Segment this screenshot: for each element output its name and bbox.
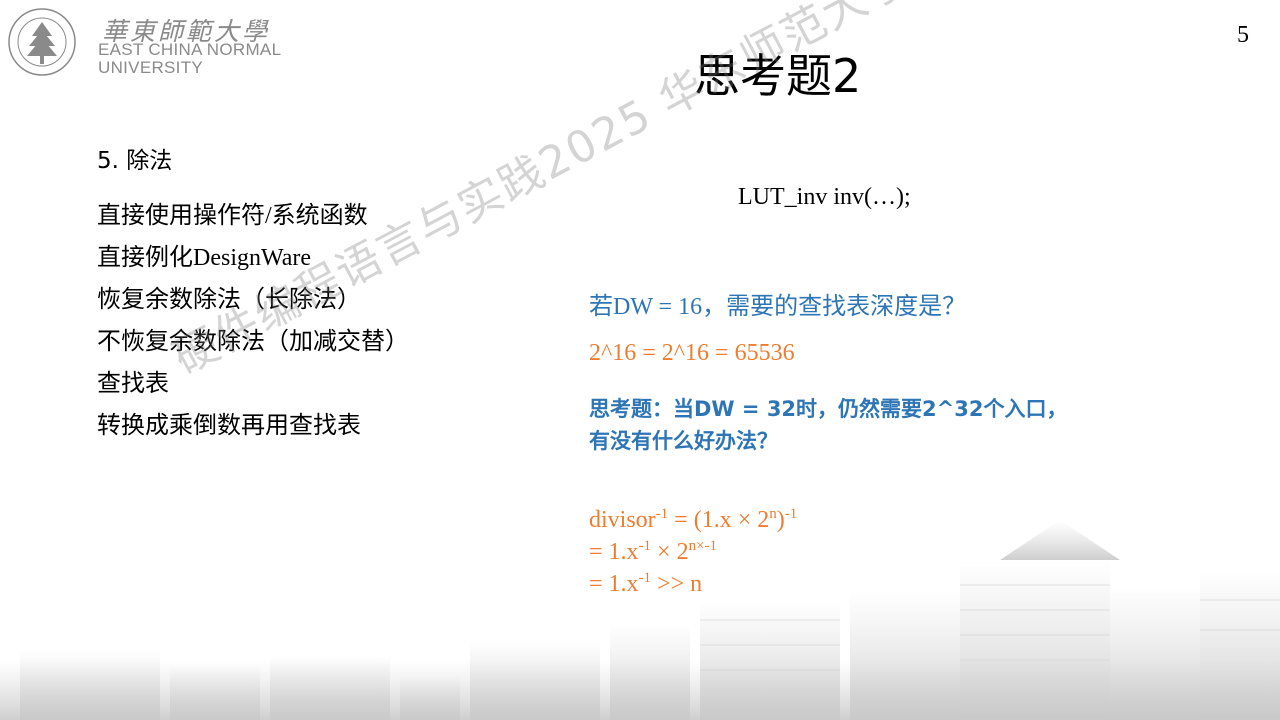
- formula-text: = 1.x: [589, 539, 639, 565]
- formula-superscript: -1: [638, 538, 652, 554]
- formula-text: ): [776, 507, 785, 533]
- formula-text: >> n: [651, 571, 703, 597]
- formula-superscript: -1: [655, 506, 669, 522]
- formula-text: × 2: [651, 539, 689, 565]
- code-snippet: LUT_inv inv(…);: [738, 184, 911, 210]
- answer-text: 2^16 = 2^16 = 65536: [589, 340, 795, 366]
- logo-english-name-line1: EAST CHINA NORMAL: [98, 40, 282, 59]
- logo-english-name-line2: UNIVERSITY: [98, 58, 204, 77]
- university-logo: 華東師範大學 EAST CHINA NORMAL UNIVERSITY: [6, 6, 296, 78]
- formula-text: = (1.x × 2: [668, 507, 770, 533]
- think-question-line2: 有没有什么好办法？: [589, 429, 778, 453]
- formula-text: divisor: [589, 507, 656, 533]
- formula-superscript: -1: [638, 570, 652, 586]
- think-question-line1: 思考题：当DW = 32时，仍然需要2^32个入口，: [589, 397, 1068, 421]
- list-item: 转换成乘倒数再用查找表: [97, 413, 361, 439]
- formula-text: = 1.x: [589, 571, 639, 597]
- section-heading: 5. 除法: [97, 148, 173, 174]
- question-text: 若DW = 16，需要的查找表深度是？: [589, 294, 967, 320]
- slide: 華東師範大學 EAST CHINA NORMAL UNIVERSITY 5 思考…: [0, 0, 1280, 720]
- formula-line3: = 1.x-1 >> n: [589, 571, 702, 598]
- formula-line1: divisor-1 = (1.x × 2n)-1: [589, 507, 797, 534]
- formula-superscript: n×-1: [688, 538, 718, 554]
- formula-line2: = 1.x-1 × 2n×-1: [589, 539, 717, 566]
- formula-superscript: -1: [784, 506, 798, 522]
- formula-superscript: n: [769, 506, 777, 522]
- page-number: 5: [1237, 22, 1249, 48]
- university-seal-icon: [8, 8, 76, 76]
- list-item: 查找表: [97, 371, 169, 397]
